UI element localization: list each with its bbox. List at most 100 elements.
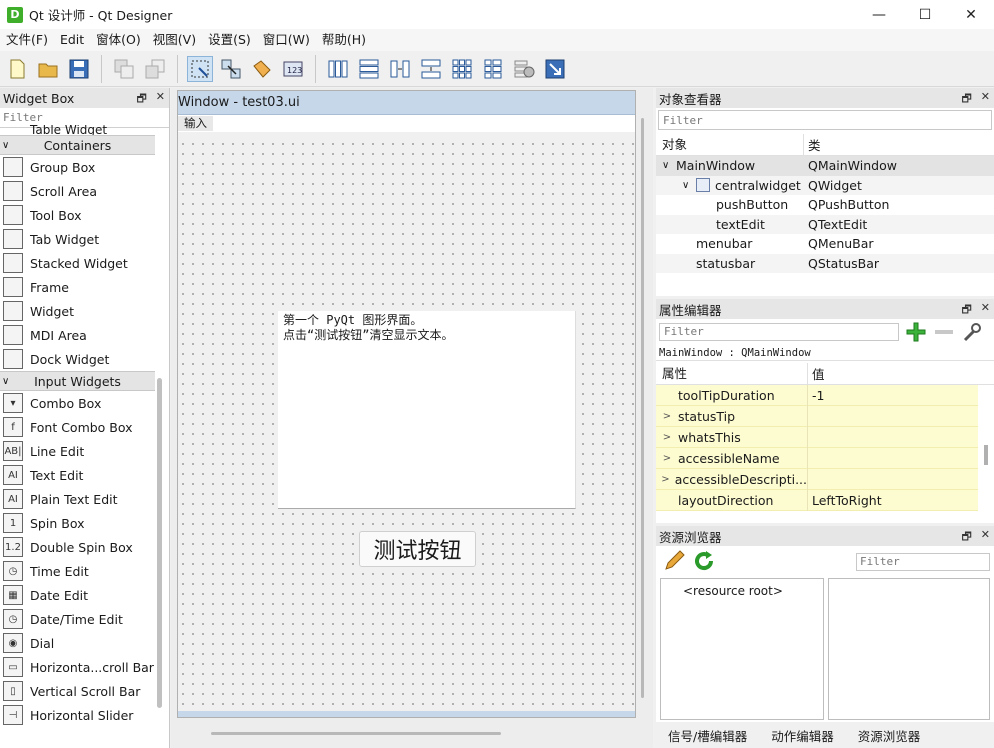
menu-window[interactable]: 窗口(W) [257, 29, 316, 51]
menu-edit[interactable]: Edit [54, 29, 90, 51]
widget-item-line-edit[interactable]: AB| Line Edit [0, 439, 155, 463]
mdi-horizontal-scrollbar[interactable] [211, 732, 501, 735]
text-edit-widget[interactable]: 第一个 PyQt 图形界面。 点击“测试按钮”清空显示文本。 [278, 311, 576, 509]
chevron-down-icon[interactable]: ∨ [662, 160, 676, 171]
widget-item-date-time-edit[interactable]: ◷ Date/Time Edit [0, 607, 155, 631]
save-button[interactable] [66, 56, 92, 82]
close-icon[interactable]: ✕ [156, 90, 165, 109]
menu-help[interactable]: 帮助(H) [316, 29, 372, 51]
chevron-right-icon[interactable]: > [656, 453, 678, 464]
reload-icon[interactable] [692, 549, 716, 573]
widget-item-tab-widget[interactable]: Tab Widget [0, 227, 155, 251]
resource-file-list[interactable] [828, 578, 990, 720]
widget-item-horizontal-slider[interactable]: ⊣ Horizontal Slider [0, 703, 155, 727]
object-tree-row[interactable]: ∨ MainWindow QMainWindow [656, 156, 994, 176]
widget-item-frame[interactable]: Frame [0, 275, 155, 299]
float-icon[interactable]: 🗗 [961, 528, 971, 547]
send-to-back-button[interactable] [111, 56, 137, 82]
new-file-button[interactable] [4, 56, 30, 82]
widget-item-mdi-area[interactable]: MDI Area [0, 323, 155, 347]
configure-wrench-icon[interactable] [961, 321, 983, 343]
float-icon[interactable]: 🗗 [961, 90, 971, 109]
close-icon[interactable]: ✕ [981, 90, 990, 109]
property-row[interactable]: toolTipDuration -1 [656, 384, 978, 406]
widget-item-dial[interactable]: ◉ Dial [0, 631, 155, 655]
maximize-button[interactable]: ☐ [902, 0, 948, 29]
chevron-right-icon[interactable]: > [656, 474, 675, 485]
widget-item-plain-text-edit[interactable]: AI Plain Text Edit [0, 487, 155, 511]
layout-vertical-button[interactable] [356, 56, 382, 82]
mdi-vertical-scrollbar[interactable] [641, 118, 644, 698]
menu-file[interactable]: 文件(F) [0, 29, 54, 51]
layout-h-splitter-button[interactable] [387, 56, 413, 82]
chevron-right-icon[interactable]: > [656, 411, 678, 422]
close-icon[interactable]: ✕ [981, 301, 990, 320]
close-icon[interactable]: ✕ [981, 528, 990, 547]
widget-item-combo-box[interactable]: ▾ Combo Box [0, 391, 155, 415]
object-tree-row[interactable]: statusbar QStatusBar [656, 253, 994, 273]
layout-horizontal-button[interactable] [325, 56, 351, 82]
form-menu-placeholder[interactable]: 输入 [178, 116, 213, 131]
property-row[interactable]: > accessibleName [656, 447, 978, 469]
form-canvas[interactable]: 第一个 PyQt 图形界面。 点击“测试按钮”清空显示文本。 测试按钮 [178, 139, 635, 717]
menu-view[interactable]: 视图(V) [147, 29, 202, 51]
widget-item-font-combo-box[interactable]: f Font Combo Box [0, 415, 155, 439]
layout-grid-button[interactable] [449, 56, 475, 82]
column-header-class[interactable]: 类 [804, 135, 821, 154]
layout-v-splitter-button[interactable] [418, 56, 444, 82]
break-layout-button[interactable] [511, 56, 537, 82]
property-row[interactable]: > statusTip [656, 405, 978, 427]
widget-item-stacked-widget[interactable]: Stacked Widget [0, 251, 155, 275]
edit-buddies-button[interactable] [249, 56, 275, 82]
open-file-button[interactable] [35, 56, 61, 82]
object-inspector-filter-input[interactable]: Filter [658, 110, 992, 130]
float-icon[interactable]: 🗗 [961, 301, 971, 320]
widget-item-dock-widget[interactable]: Dock Widget [0, 347, 155, 371]
object-tree-row[interactable]: textEdit QTextEdit [656, 214, 994, 234]
menu-form[interactable]: 窗体(O) [90, 29, 147, 51]
widget-item-scroll-area[interactable]: Scroll Area [0, 179, 155, 203]
menu-settings[interactable]: 设置(S) [202, 29, 257, 51]
category-input-widgets[interactable]: ∨ Input Widgets [0, 371, 155, 391]
widget-item-text-edit[interactable]: AI Text Edit [0, 463, 155, 487]
edit-signals-slots-button[interactable] [218, 56, 244, 82]
resource-filter-input[interactable]: Filter [856, 553, 990, 571]
object-tree-row[interactable]: ∨ centralwidget QWidget [656, 175, 994, 195]
tab-signal-slot-editor[interactable]: 信号/槽编辑器 [656, 726, 759, 745]
layout-form-button[interactable] [480, 56, 506, 82]
resource-root-item[interactable]: <resource root> [683, 584, 783, 598]
property-editor-scrollbar[interactable] [984, 445, 988, 465]
property-row[interactable]: > whatsThis [656, 426, 978, 448]
remove-property-icon[interactable] [933, 321, 955, 343]
column-header-object[interactable]: 对象 [656, 133, 804, 156]
property-value[interactable]: -1 [808, 388, 824, 403]
widget-box-scrollbar[interactable] [157, 378, 162, 708]
column-header-property[interactable]: 属性 [656, 362, 808, 385]
list-item[interactable]: Table Widget [0, 125, 155, 135]
property-row[interactable]: layoutDirection LeftToRight [656, 489, 978, 511]
widget-item-spin-box[interactable]: 1 Spin Box [0, 511, 155, 535]
add-property-icon[interactable] [905, 321, 927, 343]
minimize-button[interactable]: — [856, 0, 902, 29]
widget-item-tool-box[interactable]: Tool Box [0, 203, 155, 227]
edit-pencil-icon[interactable] [662, 549, 686, 573]
widget-item-horizonta-croll-bar[interactable]: ▭ Horizonta...croll Bar [0, 655, 155, 679]
edit-tab-order-button[interactable]: 123 [280, 56, 306, 82]
edit-widgets-button[interactable] [187, 55, 213, 82]
widget-item-double-spin-box[interactable]: 1.2 Double Spin Box [0, 535, 155, 559]
close-button[interactable]: ✕ [948, 0, 994, 29]
chevron-down-icon[interactable]: ∨ [682, 180, 696, 191]
bring-to-front-button[interactable] [142, 56, 168, 82]
property-filter-input[interactable]: Filter [659, 323, 899, 341]
widget-item-widget[interactable]: Widget [0, 299, 155, 323]
widget-item-group-box[interactable]: Group Box [0, 155, 155, 179]
widget-item-date-edit[interactable]: ▦ Date Edit [0, 583, 155, 607]
tab-resource-browser[interactable]: 资源浏览器 [846, 726, 933, 745]
float-icon[interactable]: 🗗 [136, 90, 146, 109]
property-value[interactable]: LeftToRight [808, 493, 882, 508]
widget-item-time-edit[interactable]: ◷ Time Edit [0, 559, 155, 583]
chevron-right-icon[interactable]: > [656, 432, 678, 443]
column-header-value[interactable]: 值 [808, 364, 825, 383]
property-row[interactable]: > accessibleDescripti... [656, 468, 978, 490]
form-window[interactable]: Window - test03.ui 输入 第一个 PyQt 图形界面。 点击“… [177, 90, 636, 718]
